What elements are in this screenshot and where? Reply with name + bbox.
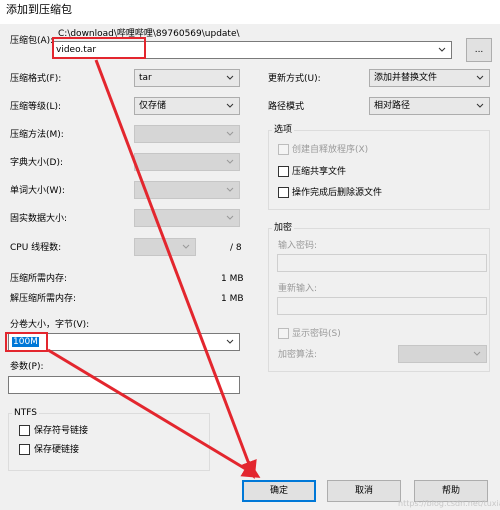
annotation-arrows — [47, 59, 261, 480]
arrow-from-split-size — [47, 348, 261, 478]
arrow-from-archive-name — [94, 59, 257, 480]
